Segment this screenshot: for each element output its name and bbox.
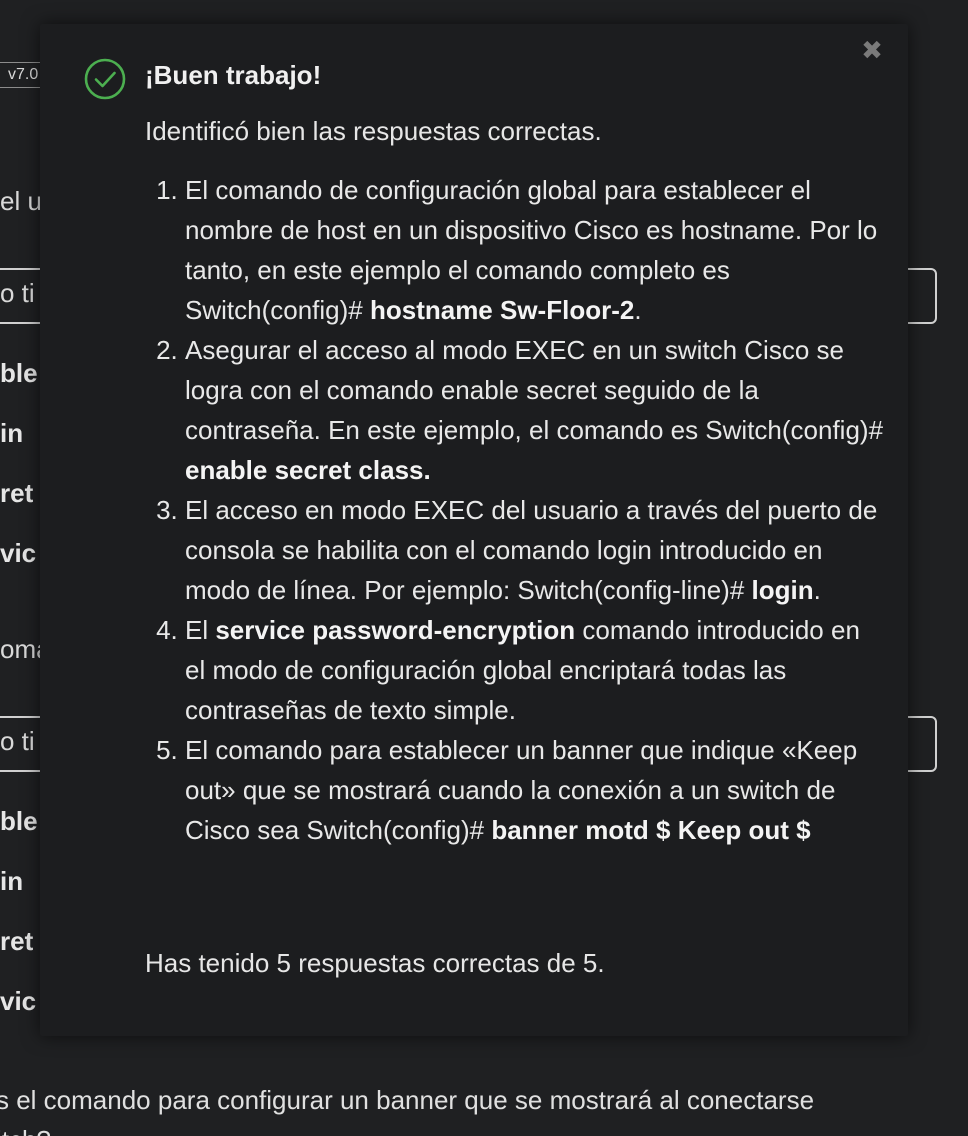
answer-text: .: [634, 295, 642, 325]
background-option-text: vic: [0, 986, 37, 1016]
answer-command: login: [751, 575, 814, 605]
background-option-text: in: [0, 418, 24, 448]
score-text: Has tenido 5 respuestas correctas de 5.: [145, 948, 605, 978]
background-option-text: ret: [0, 478, 34, 508]
background-text-fragment: el u: [0, 186, 42, 216]
answer-command: service password-encryption: [215, 615, 576, 645]
answer-text: .: [813, 575, 821, 605]
check-circle-icon: [84, 58, 126, 100]
answer-command: hostname Sw-Floor-2: [369, 295, 635, 325]
background-input-text: o ti: [0, 726, 35, 756]
answer-item: El comando para establecer un banner que…: [185, 730, 885, 850]
answer-item: Asegurar el acceso al modo EXEC en un sw…: [185, 330, 885, 490]
background-input-text: o ti: [0, 278, 35, 308]
answer-text: El: [185, 615, 216, 645]
background-option-text: ble: [0, 358, 38, 388]
background-question: s el comando para configurar un banner q…: [0, 1080, 968, 1136]
answer-item: El acceso en modo EXEC del usuario a tra…: [185, 490, 885, 610]
background-question-line: itch?: [0, 1120, 968, 1136]
answer-text: Asegurar el acceso al modo EXEC en un sw…: [185, 335, 884, 445]
answer-item: El comando de configuración global para …: [185, 170, 885, 330]
background-question-line: s el comando para configurar un banner q…: [0, 1085, 815, 1115]
background-option-text: ble: [0, 806, 38, 836]
background-option-text: vic: [0, 538, 37, 568]
answer-item: El service password-encryption comando i…: [185, 610, 885, 730]
modal-title: ¡Buen trabajo!: [145, 60, 322, 90]
background-option-text: ret: [0, 926, 34, 956]
answer-command: banner motd $ Keep out $: [491, 815, 811, 845]
modal-intro-text: Identificó bien las respuestas correctas…: [145, 116, 602, 146]
answer-command: enable secret class.: [185, 455, 431, 485]
feedback-modal: ✖ ¡Buen trabajo! Identificó bien las res…: [40, 24, 908, 1036]
background-option-text: in: [0, 866, 24, 896]
answers-list: El comando de configuración global para …: [145, 170, 885, 850]
close-button[interactable]: ✖: [858, 36, 886, 64]
